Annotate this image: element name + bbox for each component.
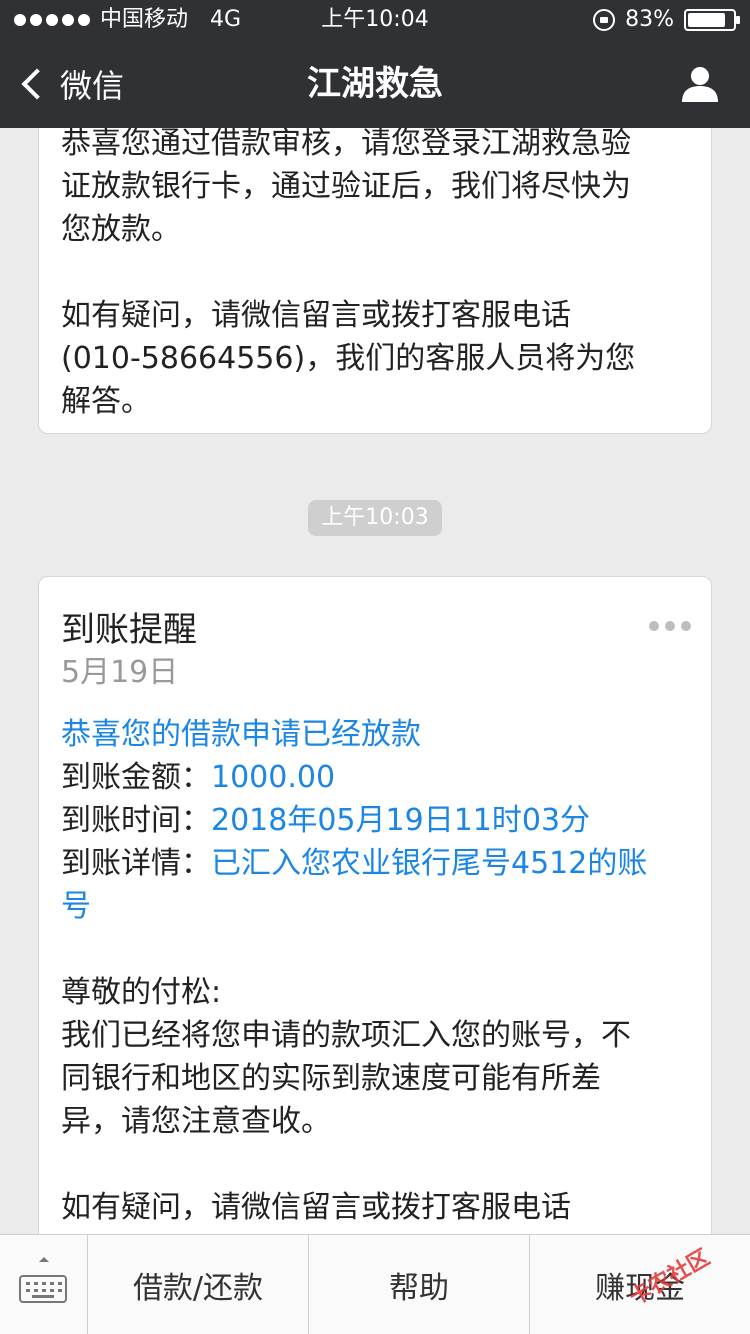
page-title: 江湖救急 bbox=[307, 64, 443, 104]
footer-line: 如有疑问，请微信留言或拨打客服电话 bbox=[61, 1190, 571, 1225]
body-line: 异，请您注意查收。 bbox=[61, 1104, 331, 1139]
battery-icon bbox=[684, 9, 740, 31]
detail-label: 到账详情： bbox=[61, 846, 211, 881]
message-line: 解答。 bbox=[61, 384, 151, 419]
amount-row: 到账金额： 1000.00 bbox=[61, 756, 689, 799]
message-line: 恭喜您通过借款审核，请您登录江湖救急验 bbox=[61, 128, 631, 161]
headline: 恭喜您的借款申请已经放款 bbox=[61, 717, 421, 752]
wechat-screen: 中国移动 4G 上午10:04 83% 微信 江湖救急 恭喜您通过借款审核，请您… bbox=[0, 0, 750, 1334]
message-line: (010-58664556)，我们的客服人员将为您 bbox=[61, 341, 636, 376]
menu-loan-repay[interactable]: 借款/还款 bbox=[88, 1235, 309, 1334]
body-line: 同银行和地区的实际到款速度可能有所差 bbox=[61, 1061, 601, 1096]
keyboard-toggle-button[interactable] bbox=[0, 1235, 88, 1334]
message-line: 证放款银行卡，通过验证后，我们将尽快为 bbox=[61, 169, 631, 204]
more-icon[interactable] bbox=[649, 621, 691, 631]
detail-value: 已汇入您农业银行尾号4512的账 bbox=[211, 846, 648, 881]
rotation-lock-icon bbox=[593, 9, 616, 31]
chat-area[interactable]: 恭喜您通过借款审核，请您登录江湖救急验 证放款银行卡，通过验证后，我们将尽快为 … bbox=[0, 128, 750, 1234]
battery-percent: 83% bbox=[625, 7, 674, 32]
card-title: 到账提醒 bbox=[61, 610, 197, 650]
message-line: 您放款。 bbox=[61, 212, 181, 247]
time-label: 到账时间： bbox=[61, 803, 211, 838]
greeting: 尊敬的付松: bbox=[61, 975, 222, 1010]
message-line: 如有疑问，请微信留言或拨打客服电话 bbox=[61, 298, 571, 333]
body-line: 我们已经将您申请的款项汇入您的账号，不 bbox=[61, 1018, 631, 1053]
card-date: 5月19日 bbox=[61, 655, 179, 690]
profile-icon[interactable] bbox=[680, 64, 720, 104]
amount-label: 到账金额： bbox=[61, 760, 211, 795]
status-bar: 中国移动 4G 上午10:04 83% bbox=[0, 0, 750, 40]
timestamp-badge: 上午10:03 bbox=[308, 500, 442, 536]
menu-help[interactable]: 帮助 bbox=[309, 1235, 530, 1334]
time-value: 2018年05月19日11时03分 bbox=[211, 803, 591, 838]
time-row: 到账时间： 2018年05月19日11时03分 bbox=[61, 799, 689, 842]
message-card[interactable]: 恭喜您通过借款审核，请您登录江湖救急验 证放款银行卡，通过验证后，我们将尽快为 … bbox=[38, 128, 712, 434]
detail-row: 到账详情： 已汇入您农业银行尾号4512的账 bbox=[61, 842, 689, 885]
nav-bar: 微信 江湖救急 bbox=[0, 40, 750, 128]
keyboard-icon bbox=[19, 1275, 67, 1303]
top-bar: 中国移动 4G 上午10:04 83% 微信 江湖救急 bbox=[0, 0, 750, 128]
detail-value-continued: 号 bbox=[61, 889, 91, 924]
payout-notice-card[interactable]: 到账提醒 5月19日 恭喜您的借款申请已经放款 到账金额： 1000.00 到账… bbox=[38, 576, 712, 1234]
caret-up-icon bbox=[39, 1257, 49, 1262]
amount-value: 1000.00 bbox=[211, 760, 336, 795]
